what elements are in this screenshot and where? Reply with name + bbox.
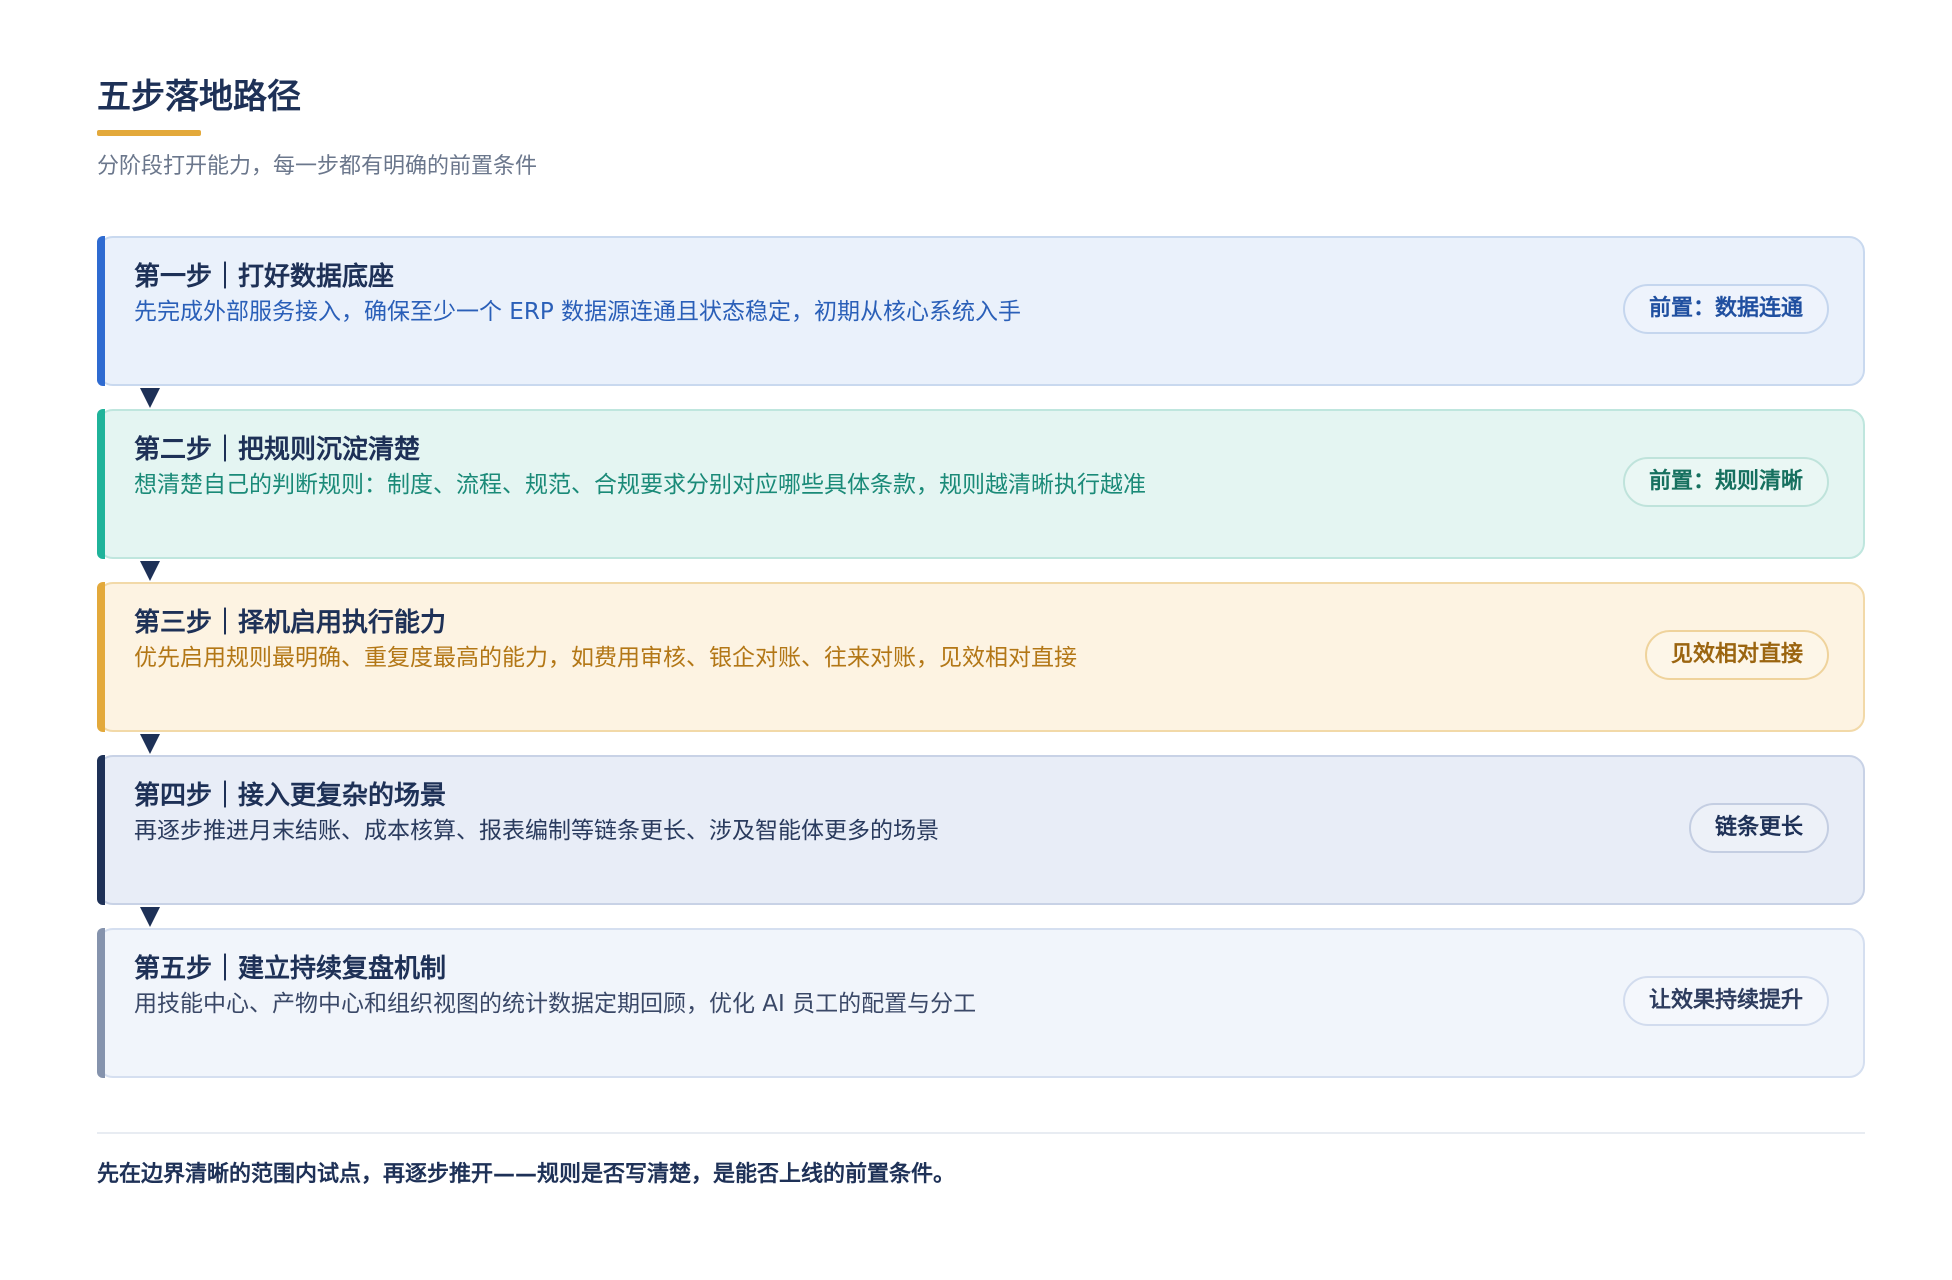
step-card-5: 第五步｜建立持续复盘机制 用技能中心、产物中心和组织视图的统计数据定期回顾，优化…	[97, 928, 1865, 1078]
step-tag: 让效果持续提升	[1622, 976, 1829, 1026]
arrow-down-icon	[140, 907, 160, 927]
arrow-down-icon	[140, 388, 160, 408]
footer-note: 先在边界清晰的范围内试点，再逐步推开——规则是否写清楚，是能否上线的前置条件。	[97, 1162, 956, 1187]
footer-divider	[97, 1132, 1865, 1134]
step-card-1: 第一步｜打好数据底座 先完成外部服务接入，确保至少一个 ERP 数据源连通且状态…	[97, 236, 1865, 408]
step-description: 想清楚自己的判断规则：制度、流程、规范、合规要求分别对应哪些具体条款，规则越清晰…	[134, 472, 1146, 498]
step-accent-bar	[97, 582, 105, 732]
title-underline	[97, 130, 201, 136]
step-title: 第三步｜择机启用执行能力	[134, 608, 447, 638]
page-subtitle: 分阶段打开能力，每一步都有明确的前置条件	[97, 154, 538, 179]
step-description: 再逐步推进月末结账、成本核算、报表编制等链条更长、涉及智能体更多的场景	[134, 818, 939, 844]
step-tag: 前置：数据连通	[1622, 284, 1829, 334]
step-title: 第二步｜把规则沉淀清楚	[134, 435, 421, 465]
step-accent-bar	[97, 928, 105, 1078]
step-description: 先完成外部服务接入，确保至少一个 ERP 数据源连通且状态稳定，初期从核心系统入…	[134, 299, 1022, 325]
step-accent-bar	[97, 236, 105, 386]
step-description: 用技能中心、产物中心和组织视图的统计数据定期回顾，优化 AI 员工的配置与分工	[134, 991, 977, 1017]
step-tag: 前置：规则清晰	[1622, 457, 1829, 507]
step-title: 第一步｜打好数据底座	[134, 262, 395, 292]
arrow-down-icon	[140, 561, 160, 581]
step-tag: 链条更长	[1688, 803, 1829, 853]
step-title: 第五步｜建立持续复盘机制	[134, 954, 447, 984]
step-card-4: 第四步｜接入更复杂的场景 再逐步推进月末结账、成本核算、报表编制等链条更长、涉及…	[97, 755, 1865, 927]
step-tag: 见效相对直接	[1644, 630, 1829, 680]
step-card-2: 第二步｜把规则沉淀清楚 想清楚自己的判断规则：制度、流程、规范、合规要求分别对应…	[97, 409, 1865, 581]
step-card-3: 第三步｜择机启用执行能力 优先启用规则最明确、重复度最高的能力，如费用审核、银企…	[97, 582, 1865, 754]
step-accent-bar	[97, 755, 105, 905]
step-accent-bar	[97, 409, 105, 559]
step-description: 优先启用规则最明确、重复度最高的能力，如费用审核、银企对账、往来对账，见效相对直…	[134, 645, 1077, 671]
step-title: 第四步｜接入更复杂的场景	[134, 781, 447, 811]
arrow-down-icon	[140, 734, 160, 754]
page: 五步落地路径 分阶段打开能力，每一步都有明确的前置条件 第一步｜打好数据底座 先…	[97, 0, 1865, 1280]
steps-list: 第一步｜打好数据底座 先完成外部服务接入，确保至少一个 ERP 数据源连通且状态…	[97, 236, 1865, 1078]
page-title: 五步落地路径	[97, 77, 301, 117]
